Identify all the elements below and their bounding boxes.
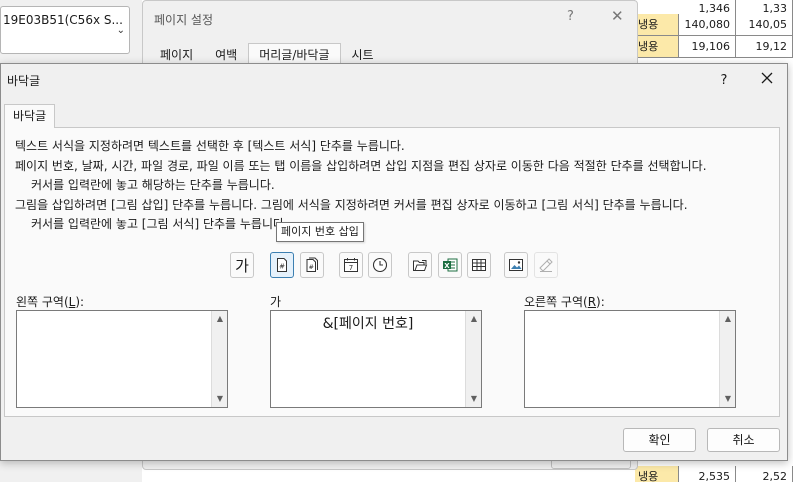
sheet-cell[interactable]: 냉용 [635, 36, 679, 58]
page-number-icon: # [277, 258, 287, 272]
insert-date-button[interactable]: 7 [339, 252, 363, 278]
scroll-down-icon[interactable]: ▼ [212, 391, 228, 407]
right-section-label: 오른쪽 구역(R): [524, 295, 605, 309]
clock-icon [372, 257, 388, 273]
instruction-line: 커서를 입력란에 놓고 해당하는 단추를 누릅니다. [31, 178, 275, 192]
instructions: 텍스트 서식을 지정하려면 텍스트를 선택한 후 [텍스트 서식] 단추를 누릅… [15, 137, 707, 235]
svg-text:#: # [279, 263, 285, 271]
insert-file-name-button[interactable]: X [438, 252, 462, 278]
calendar-icon: 7 [344, 258, 358, 272]
instruction-line: 그림을 삽입하려면 [그림 삽입] 단추를 누릅니다. 그림에 서식을 지정하려… [15, 197, 688, 212]
page-setup-title: 페이지 설정 [154, 13, 214, 27]
svg-text:#: # [308, 263, 313, 271]
help-button[interactable]: ? [713, 70, 735, 92]
picture-icon [509, 259, 523, 271]
scroll-up-icon[interactable]: ▲ [212, 311, 228, 327]
instruction-line: 페이지 번호, 날짜, 시간, 파일 경로, 파일 이름 또는 탭 이름을 삽입… [15, 158, 707, 173]
insert-time-button[interactable] [368, 252, 392, 278]
tooltip: 페이지 번호 삽입 [276, 222, 364, 242]
printer-combo-value: 19E03B51(C56x S... [3, 13, 123, 27]
center-section-field[interactable]: &[페이지 번호] ▲ ▼ [270, 310, 482, 408]
insert-file-path-button[interactable] [408, 252, 432, 278]
format-picture-button[interactable] [534, 252, 558, 278]
printer-combo[interactable]: 19E03B51(C56x S... ⌄ [0, 6, 130, 54]
scroll-up-icon[interactable]: ▲ [720, 311, 736, 327]
sheet-cell[interactable]: 140,080 [679, 14, 736, 36]
insert-toolbar: 가 # # 7 X [5, 252, 779, 278]
close-icon [761, 72, 773, 84]
page-count-icon: # [306, 257, 318, 272]
excel-file-icon: X [443, 258, 458, 272]
insert-page-number-button[interactable]: # [270, 252, 294, 278]
sheet-cell[interactable]: 냉용 [635, 466, 679, 482]
right-section-field[interactable]: ▲ ▼ [524, 310, 736, 408]
sheet-cell[interactable]: 19,12 [736, 36, 793, 58]
dialog-title: 바닥글 [7, 74, 41, 88]
sheet-cell[interactable]: 2,535 [679, 466, 736, 482]
insert-sheet-name-button[interactable] [467, 252, 491, 278]
tab-footer[interactable]: 바닥글 [4, 104, 56, 128]
footer-panel: 텍스트 서식을 지정하려면 텍스트를 선택한 후 [텍스트 서식] 단추를 누릅… [4, 127, 780, 417]
left-section-field[interactable]: ▲ ▼ [16, 310, 228, 408]
insert-picture-button[interactable] [504, 252, 528, 278]
scroll-down-icon[interactable]: ▼ [466, 391, 482, 407]
scrollbar[interactable]: ▲ ▼ [465, 311, 481, 407]
format-text-icon: 가 [235, 256, 249, 275]
sheet-cell[interactable]: 19,106 [679, 36, 736, 58]
svg-text:X: X [444, 262, 450, 270]
chevron-down-icon: ⌄ [116, 25, 125, 36]
ok-button[interactable]: 확인 [623, 428, 696, 452]
page-setup-close-button[interactable]: ✕ [611, 7, 624, 25]
folder-icon [413, 260, 428, 271]
center-section-label: 가 [270, 295, 282, 309]
format-text-button[interactable]: 가 [230, 252, 254, 278]
footer-dialog: 바닥글 ? 바닥글 텍스트 서식을 지정하려면 텍스트를 선택한 후 [텍스트 … [0, 63, 788, 461]
scrollbar[interactable]: ▲ ▼ [719, 311, 735, 407]
close-button[interactable] [755, 68, 779, 92]
scrollbar[interactable]: ▲ ▼ [211, 311, 227, 407]
sheet-cell[interactable]: 140,05 [736, 14, 793, 36]
center-section-text: &[페이지 번호] [322, 316, 414, 332]
left-section-label: 왼쪽 구역(L): [16, 295, 85, 309]
cancel-button[interactable]: 취소 [707, 428, 780, 452]
format-picture-icon [539, 258, 553, 272]
page-setup-help-button[interactable]: ? [567, 9, 574, 24]
scroll-up-icon[interactable]: ▲ [466, 311, 482, 327]
svg-text:7: 7 [349, 264, 353, 272]
instruction-line: 텍스트 서식을 지정하려면 텍스트를 선택한 후 [텍스트 서식] 단추를 누릅… [15, 139, 405, 153]
scroll-down-icon[interactable]: ▼ [720, 391, 736, 407]
sheet-cell[interactable]: 2,52 [736, 466, 793, 482]
sheet-cell[interactable]: 냉용 [635, 14, 679, 36]
insert-page-count-button[interactable]: # [300, 252, 324, 278]
sheet-grid-icon [472, 259, 486, 271]
